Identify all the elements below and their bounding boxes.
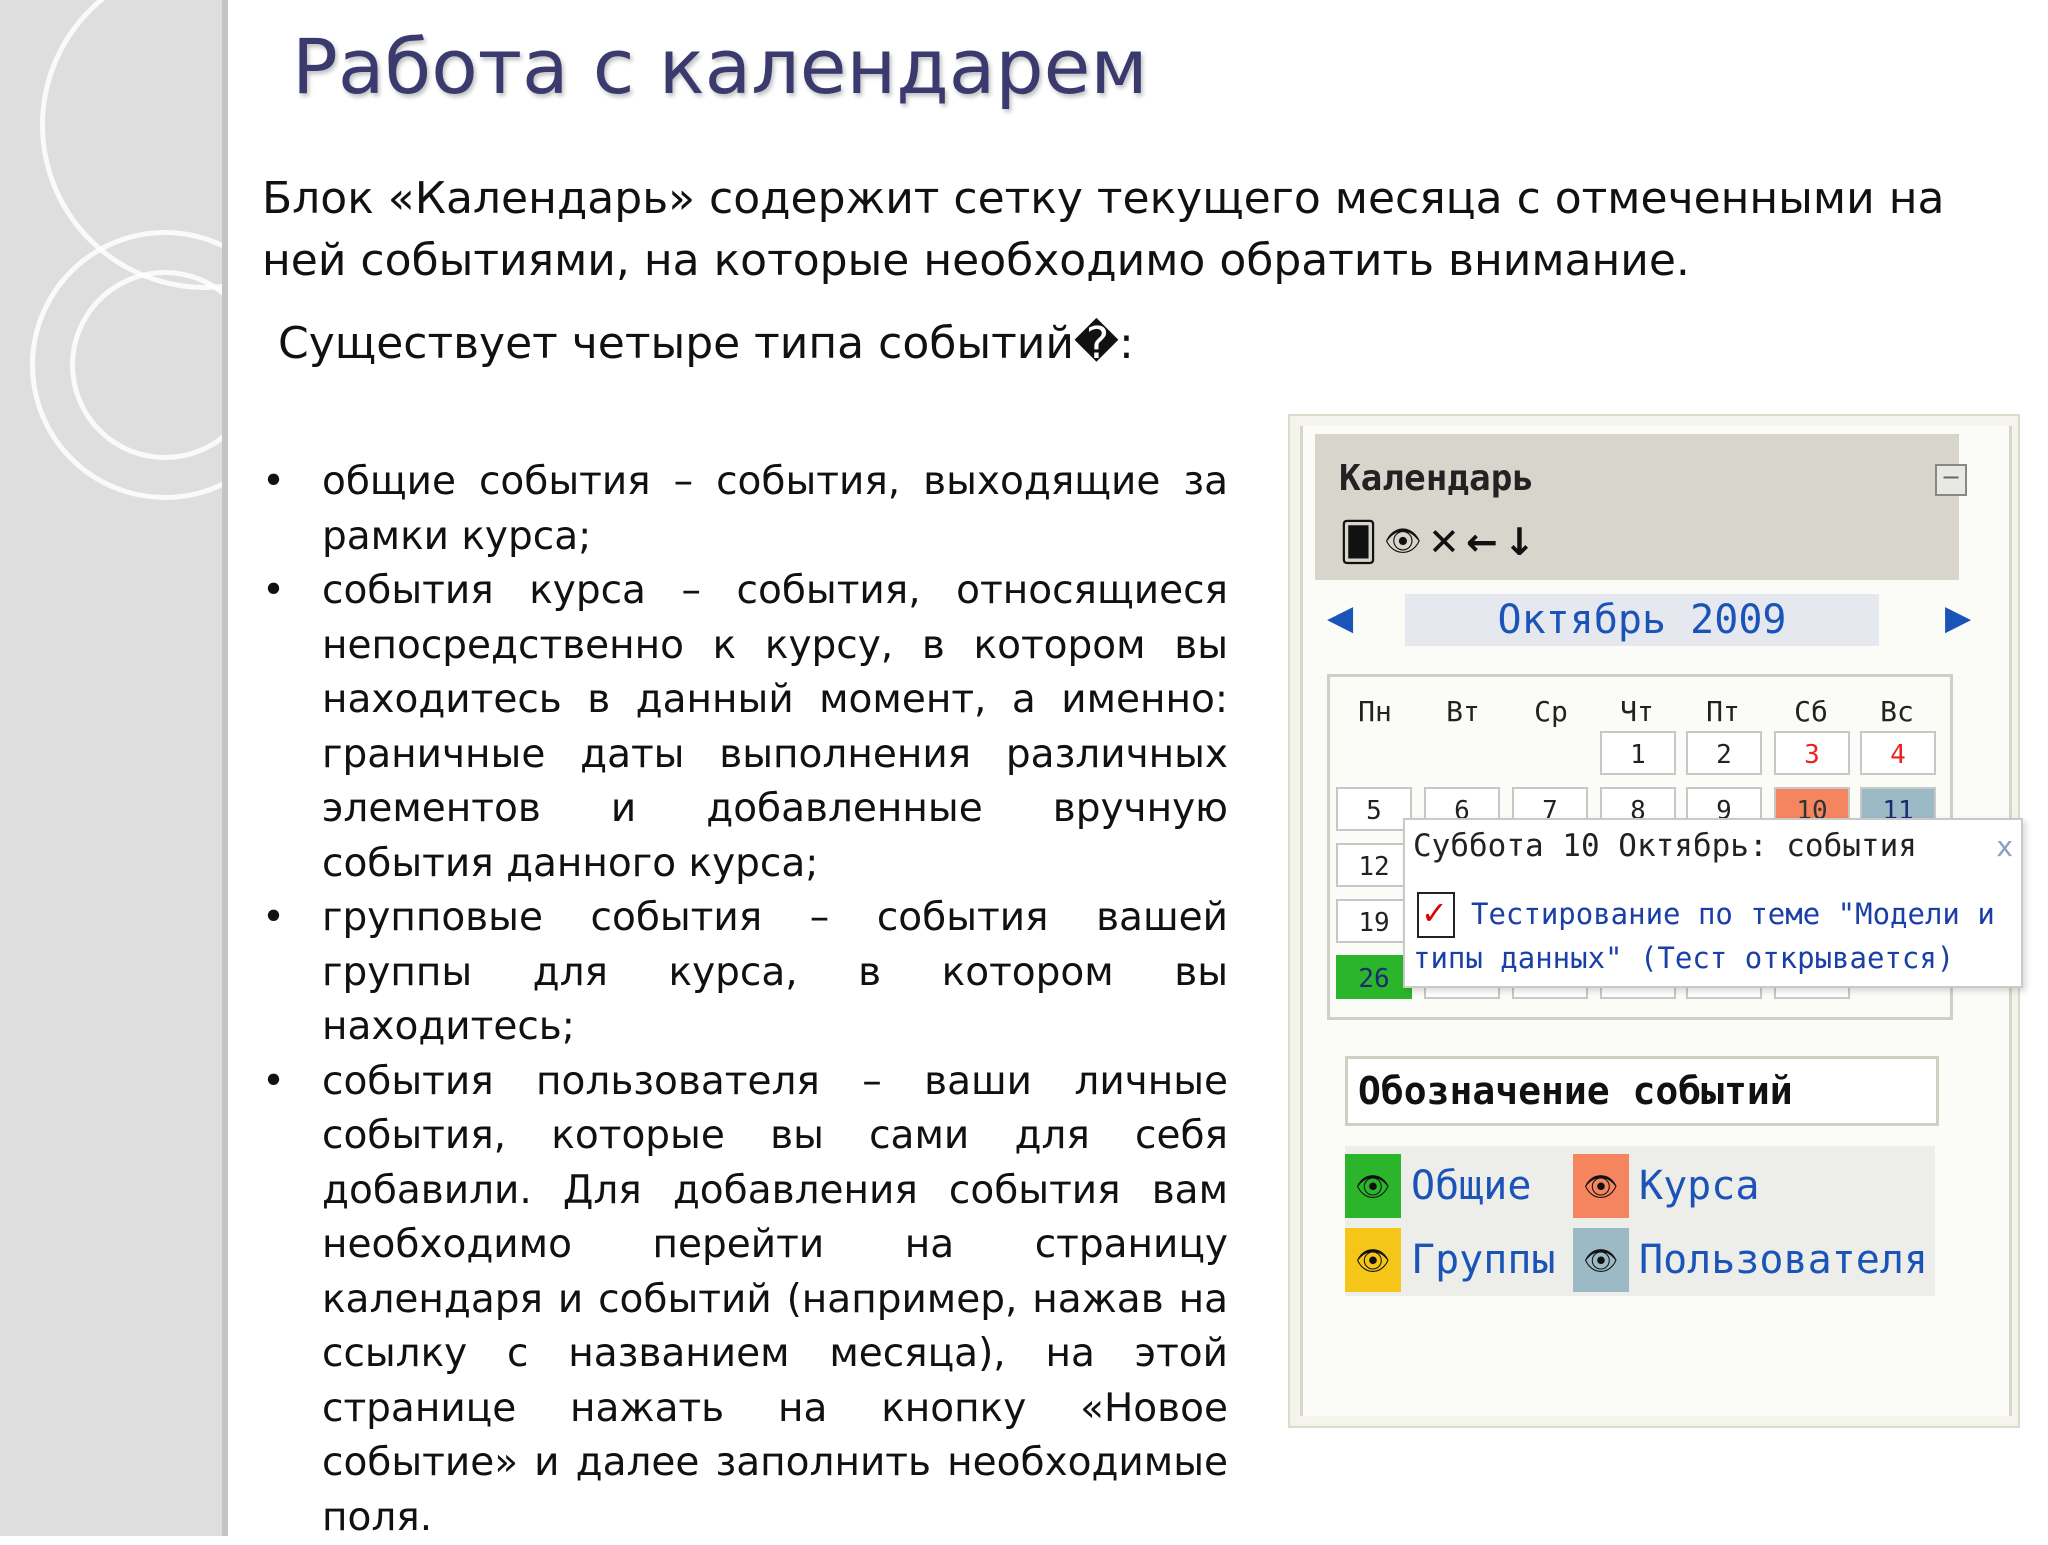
bullet-dot: • (262, 1055, 285, 1110)
legend-item-group[interactable]: 👁 Группы (1345, 1228, 1556, 1292)
event-types-heading: Существует четыре типа событий�: (278, 318, 1134, 369)
eye-icon[interactable]: 👁 (1573, 1154, 1629, 1218)
legend-label[interactable]: Группы (1411, 1237, 1556, 1283)
list-item-text: общие события – события, выходящие за ра… (322, 459, 1228, 559)
eye-icon[interactable]: 👁 (1384, 520, 1422, 564)
legend-title: Обозначение событий (1345, 1056, 1939, 1126)
calendar-day[interactable]: 4 (1860, 731, 1936, 775)
calendar-header: Календарь − 🂠 👁 ✕ ← ↓ (1315, 434, 1959, 580)
weekday-header: Вс (1862, 695, 1932, 728)
calendar-day[interactable]: 3 (1774, 731, 1850, 775)
list-item: • события пользователя – ваши личные собы… (262, 1055, 1228, 1545)
calendar-title: Календарь (1339, 458, 1534, 499)
calendar-day[interactable]: 19 (1336, 899, 1412, 943)
eye-icon[interactable]: 👁 (1345, 1154, 1401, 1218)
calendar-panel: Календарь − 🂠 👁 ✕ ← ↓ ◀ Октябрь 2009 ▶ П… (1300, 426, 2012, 1416)
sidebar-stripe (222, 0, 228, 1536)
event-popup: Суббота 10 Октябрь: события x ✓ Тестиров… (1403, 818, 2023, 988)
eye-icon[interactable]: 👁 (1345, 1228, 1401, 1292)
legend-item-course[interactable]: 👁 Курса (1573, 1154, 1759, 1218)
list-item: • события курса – события, относящиеся не… (262, 564, 1228, 891)
legend-label[interactable]: Общие (1411, 1163, 1531, 1209)
intro-text: Блок «Календарь» содержит сетку текущего… (262, 168, 1962, 292)
calendar-block: Календарь − 🂠 👁 ✕ ← ↓ ◀ Октябрь 2009 ▶ П… (1288, 414, 2020, 1428)
legend-item-user[interactable]: 👁 Пользователя (1573, 1228, 1928, 1292)
event-legend: 👁 Общие 👁 Курса 👁 Группы 👁 Пользователя (1345, 1146, 1935, 1296)
weekday-header: Чт (1602, 695, 1672, 728)
slide-title: Работа с календарем (292, 22, 1148, 111)
list-item-text: события курса – события, относящиеся неп… (322, 568, 1228, 886)
left-arrow-icon[interactable]: ← (1466, 520, 1498, 564)
weekday-header: Ср (1516, 695, 1586, 728)
bullet-dot: • (262, 891, 285, 946)
eye-icon[interactable]: 👁 (1573, 1228, 1629, 1292)
weekday-header: Пн (1340, 695, 1410, 728)
list-item-text: события пользователя – ваши личные событ… (322, 1059, 1228, 1540)
bullet-dot: • (262, 455, 285, 510)
event-link[interactable]: Тестирование по теме "Модели и типы данн… (1413, 892, 2013, 980)
close-icon[interactable]: x (1996, 830, 2013, 863)
legend-label[interactable]: Пользователя (1639, 1237, 1928, 1283)
weekday-header: Вт (1428, 695, 1498, 728)
event-types-list: • общие события – события, выходящие за р… (262, 455, 1228, 1545)
next-month-icon[interactable]: ▶ (1945, 598, 1971, 638)
legend-label[interactable]: Курса (1639, 1163, 1759, 1209)
weekday-header: Пт (1688, 695, 1758, 728)
calendar-day[interactable]: 1 (1600, 731, 1676, 775)
calendar-day[interactable]: 2 (1686, 731, 1762, 775)
block-toolbar: 🂠 👁 ✕ ← ↓ (1339, 520, 1536, 564)
popup-title: Суббота 10 Октябрь: события (1413, 828, 1917, 864)
bullet-dot: • (262, 564, 285, 619)
list-item: • групповые события – события вашей групп… (262, 891, 1228, 1055)
down-arrow-icon[interactable]: ↓ (1504, 520, 1536, 564)
calendar-day-today[interactable]: 26 (1336, 955, 1412, 999)
delete-icon[interactable]: ✕ (1428, 520, 1460, 564)
list-item: • общие события – события, выходящие за р… (262, 455, 1228, 564)
move-icon[interactable]: 🂠 (1339, 520, 1378, 564)
weekday-header: Сб (1776, 695, 1846, 728)
calendar-day[interactable]: 5 (1336, 787, 1412, 831)
month-navigation: ◀ Октябрь 2009 ▶ (1323, 592, 1993, 650)
calendar-day[interactable]: 12 (1336, 843, 1412, 887)
legend-item-general[interactable]: 👁 Общие (1345, 1154, 1531, 1218)
decorative-sidebar (0, 0, 228, 1536)
month-link[interactable]: Октябрь 2009 (1405, 594, 1879, 646)
prev-month-icon[interactable]: ◀ (1327, 598, 1353, 638)
list-item-text: групповые события – события вашей группы… (322, 895, 1228, 1049)
collapse-button[interactable]: − (1935, 464, 1967, 496)
